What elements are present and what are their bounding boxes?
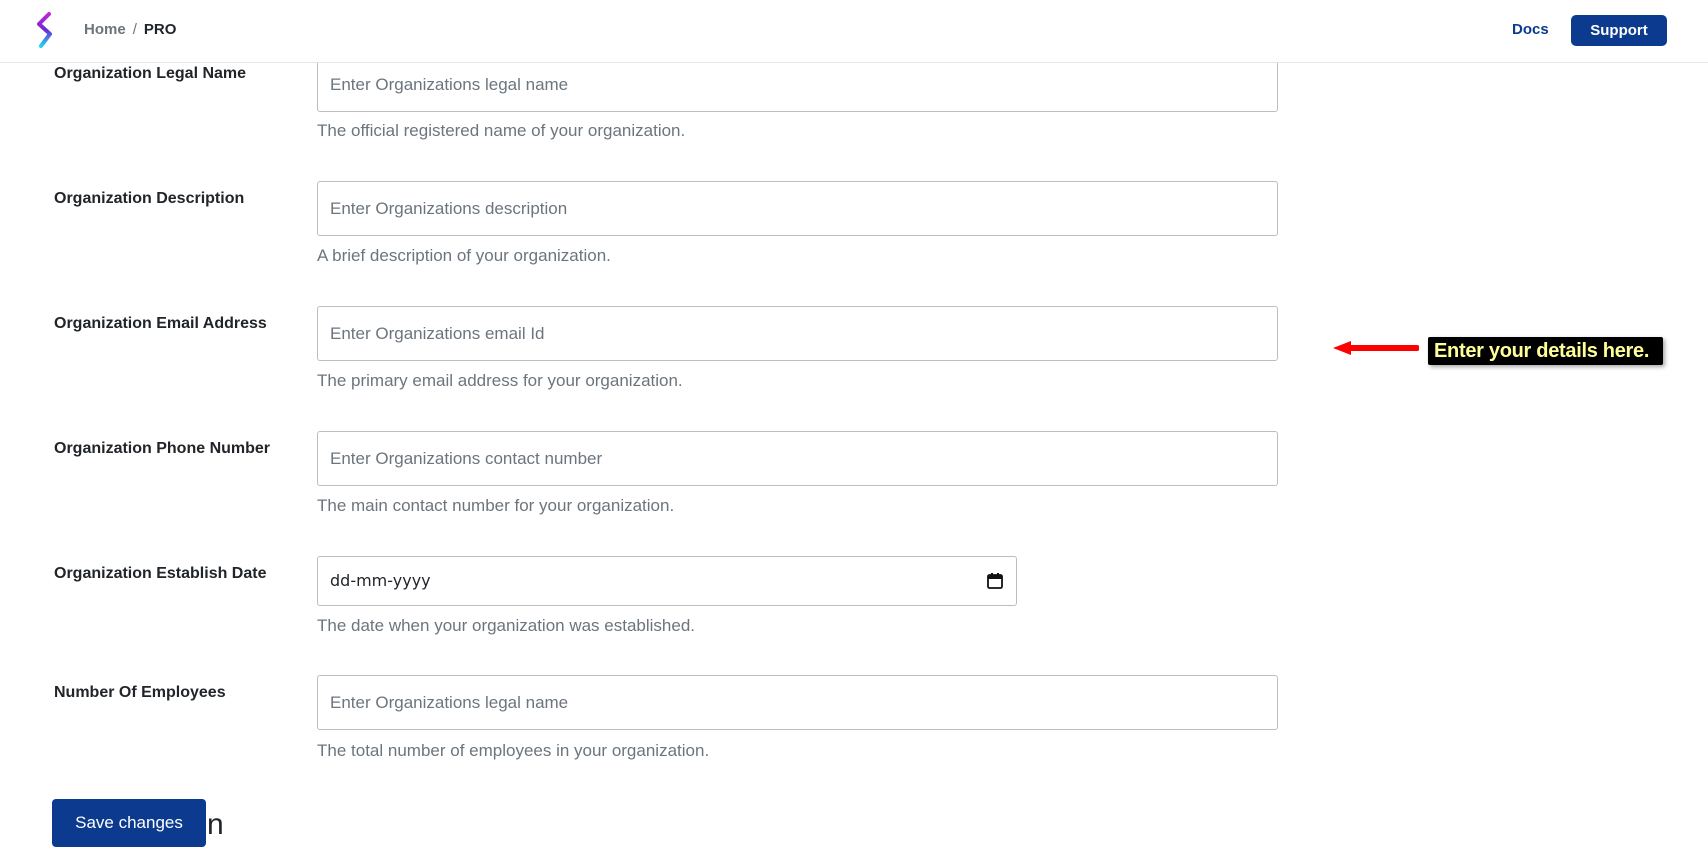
establish-date-label: Organization Establish Date bbox=[54, 565, 267, 582]
breadcrumb: Home / PRO bbox=[84, 21, 176, 38]
employees-label: Number Of Employees bbox=[54, 684, 226, 701]
description-input[interactable] bbox=[317, 181, 1278, 236]
legal-name-label: Organization Legal Name bbox=[54, 65, 247, 82]
description-label: Organization Description bbox=[54, 190, 245, 207]
docs-link[interactable]: Docs bbox=[1512, 21, 1549, 38]
top-navbar: Home / PRO Docs Support bbox=[0, 0, 1708, 63]
email-input[interactable] bbox=[317, 306, 1278, 361]
email-label: Organization Email Address bbox=[54, 315, 267, 332]
legal-name-input[interactable] bbox=[317, 57, 1278, 112]
phone-label: Organization Phone Number bbox=[54, 440, 271, 457]
establish-date-help: The date when your organization was esta… bbox=[317, 616, 696, 635]
phone-help: The main contact number for your organiz… bbox=[317, 496, 675, 515]
stray-text: n bbox=[207, 808, 224, 841]
establish-date-value: dd-mm-yyyy bbox=[330, 571, 431, 590]
employees-input[interactable] bbox=[317, 675, 1278, 730]
description-help: A brief description of your organization… bbox=[317, 246, 611, 265]
calendar-icon[interactable] bbox=[986, 572, 1004, 590]
annotation-callout: Enter your details here. bbox=[1428, 337, 1664, 365]
breadcrumb-current: PRO bbox=[143, 21, 177, 38]
brand-logo-icon[interactable] bbox=[34, 12, 58, 50]
breadcrumb-home-link[interactable]: Home bbox=[84, 21, 126, 38]
save-changes-button[interactable]: Save changes bbox=[52, 799, 206, 847]
legal-name-help: The official registered name of your org… bbox=[317, 121, 686, 140]
support-button[interactable]: Support bbox=[1571, 15, 1667, 46]
phone-input[interactable] bbox=[317, 431, 1278, 486]
establish-date-input[interactable]: dd-mm-yyyy bbox=[317, 556, 1017, 606]
email-help: The primary email address for your organ… bbox=[317, 371, 683, 390]
breadcrumb-separator: / bbox=[132, 21, 137, 38]
annotation-arrow-icon bbox=[1333, 341, 1419, 355]
employees-help: The total number of employees in your or… bbox=[317, 741, 710, 760]
